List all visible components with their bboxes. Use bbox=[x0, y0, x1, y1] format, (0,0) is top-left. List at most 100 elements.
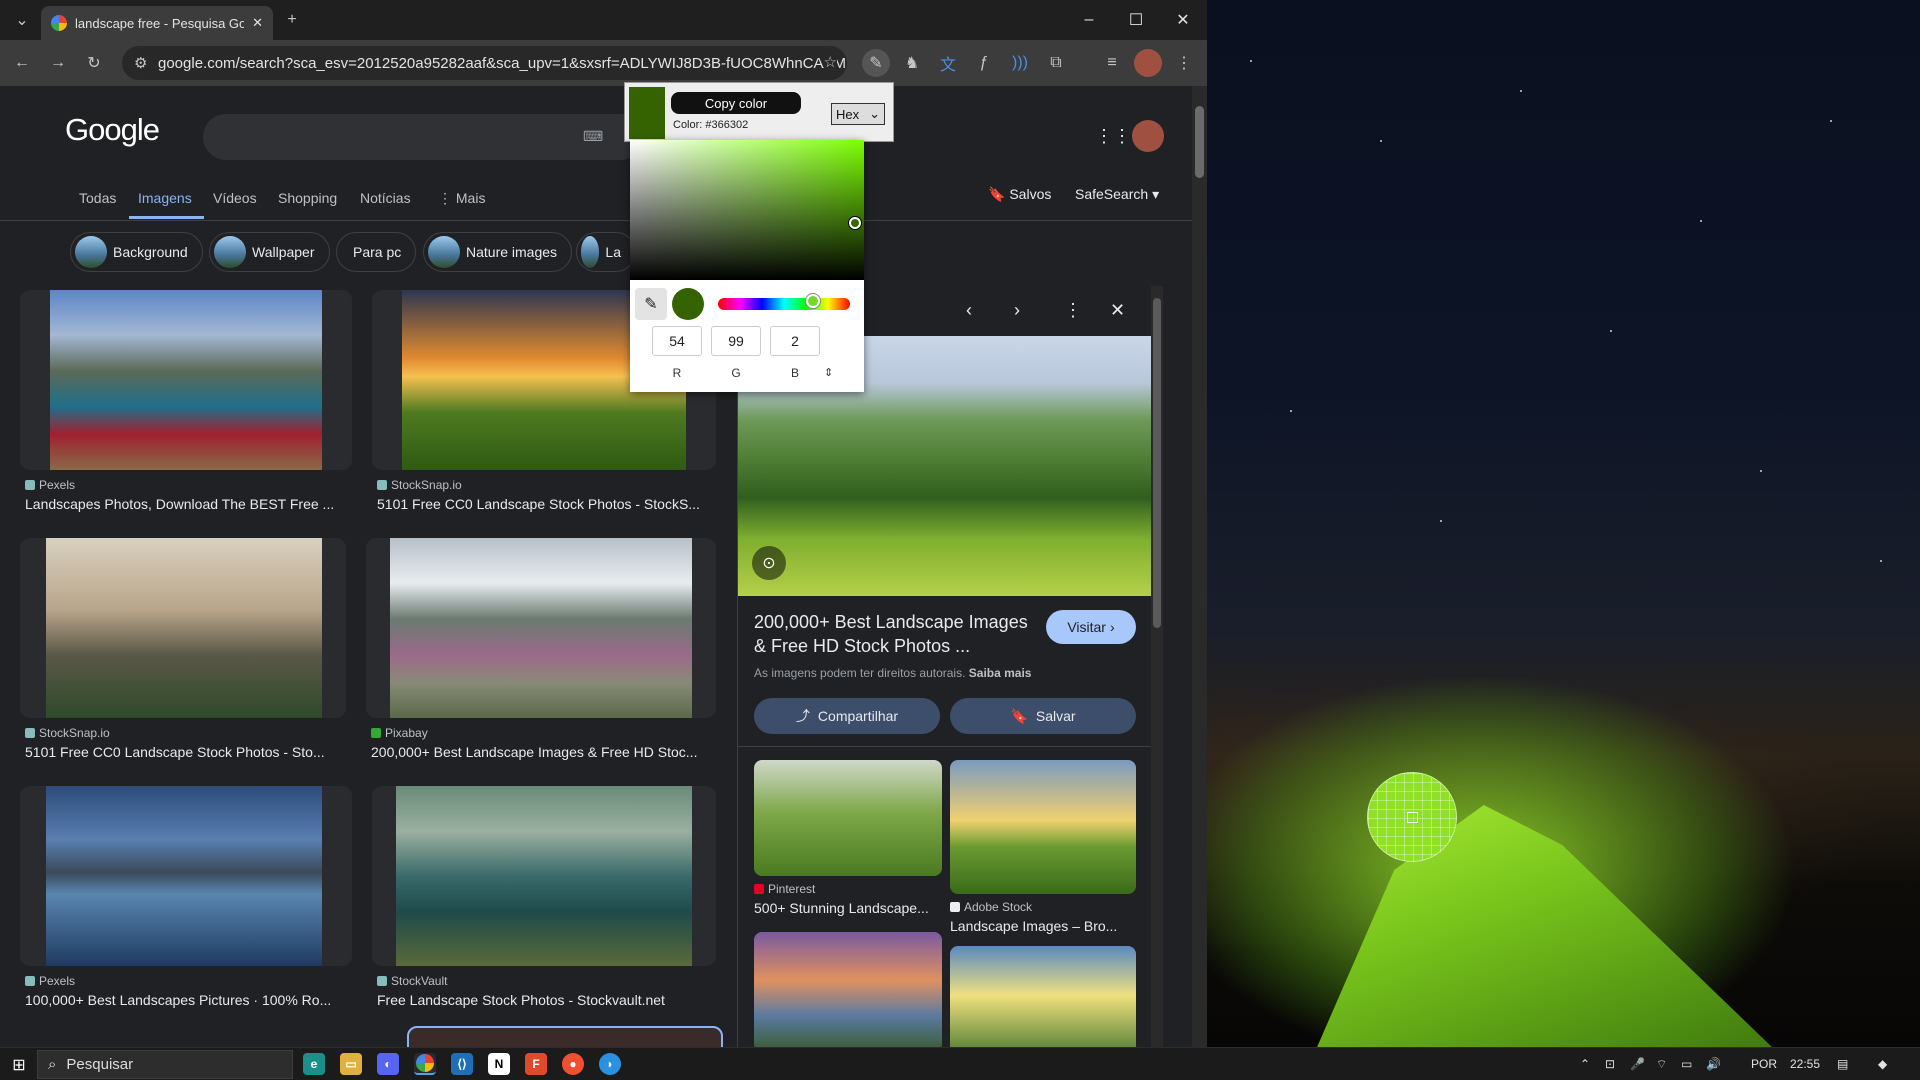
result-card[interactable] bbox=[20, 786, 352, 966]
maximize-button[interactable]: ☐ bbox=[1113, 0, 1159, 40]
account-avatar[interactable] bbox=[1132, 120, 1164, 152]
app-icon-blue[interactable]: ◗ bbox=[599, 1053, 621, 1075]
result-title[interactable]: Landscapes Photos, Download The BEST Fre… bbox=[25, 496, 355, 512]
result-card[interactable] bbox=[372, 786, 716, 966]
previous-icon[interactable]: ‹ bbox=[966, 300, 972, 321]
address-bar[interactable]: ⚙ google.com/search?sca_esv=2012520a9528… bbox=[122, 46, 847, 80]
green-input[interactable]: 99 bbox=[711, 326, 761, 356]
translate-icon[interactable]: 文 bbox=[934, 49, 962, 77]
result-thumbnail[interactable] bbox=[50, 290, 322, 470]
result-card-selected[interactable] bbox=[407, 1026, 723, 1047]
result-thumbnail[interactable] bbox=[390, 538, 692, 718]
tab-imagens[interactable]: Imagens bbox=[138, 190, 192, 206]
chrome-icon[interactable] bbox=[414, 1053, 436, 1075]
related-thumbnail[interactable] bbox=[950, 760, 1136, 894]
tray-battery-icon[interactable]: ▭ bbox=[1681, 1057, 1692, 1071]
app-icon[interactable]: ● bbox=[562, 1053, 584, 1075]
result-title[interactable]: 5101 Free CC0 Landscape Stock Photos - S… bbox=[377, 496, 712, 512]
saturation-field[interactable] bbox=[630, 140, 864, 280]
safesearch-button[interactable]: SafeSearch ▾ bbox=[1075, 186, 1159, 203]
keyboard-icon[interactable]: ⌨ bbox=[583, 128, 603, 145]
minimize-button[interactable]: – bbox=[1066, 0, 1112, 40]
result-card[interactable] bbox=[366, 538, 716, 718]
preview-title[interactable]: 200,000+ Best Landscape Images & Free HD… bbox=[754, 610, 1034, 658]
extensions-puzzle-icon[interactable]: ⧉ bbox=[1042, 49, 1070, 77]
new-tab-icon[interactable]: + bbox=[278, 6, 306, 34]
related-thumbnail[interactable] bbox=[754, 932, 942, 1047]
related-thumbnail[interactable] bbox=[950, 946, 1136, 1047]
tray-network-icon[interactable]: ⊡ bbox=[1605, 1057, 1615, 1071]
preview-scroll-thumb[interactable] bbox=[1153, 298, 1161, 628]
tray-wifi-icon[interactable]: ⌔ bbox=[1656, 1057, 1667, 1072]
media-controls-icon[interactable]: ≡ bbox=[1098, 49, 1126, 77]
browser-tab[interactable]: landscape free - Pesquisa Goog ✕ bbox=[41, 6, 273, 40]
formula-extension-icon[interactable]: ƒ bbox=[970, 49, 998, 77]
more-options-icon[interactable]: ⋮ bbox=[1064, 300, 1082, 321]
mode-toggle-icon[interactable]: ⇕ bbox=[824, 366, 833, 379]
hue-slider[interactable] bbox=[718, 298, 850, 310]
notion-icon[interactable]: N bbox=[488, 1053, 510, 1075]
blue-input[interactable]: 2 bbox=[770, 326, 820, 356]
close-preview-icon[interactable]: ✕ bbox=[1110, 300, 1125, 321]
profile-avatar[interactable] bbox=[1134, 49, 1162, 77]
result-title[interactable]: 5101 Free CC0 Landscape Stock Photos - S… bbox=[25, 744, 345, 760]
tab-shopping[interactable]: Shopping bbox=[278, 190, 337, 206]
extension-icon[interactable]: ♞ bbox=[898, 49, 926, 77]
result-thumbnail[interactable] bbox=[396, 786, 692, 966]
saturation-cursor[interactable] bbox=[849, 217, 861, 229]
share-button[interactable]: ⤴ Compartilhar bbox=[754, 698, 940, 734]
forward-icon[interactable]: → bbox=[44, 49, 72, 77]
result-card[interactable] bbox=[20, 290, 352, 470]
tray-chevron-icon[interactable]: ⌃ bbox=[1580, 1057, 1590, 1071]
chip-la[interactable]: La bbox=[576, 232, 636, 272]
edge-icon[interactable]: e bbox=[303, 1053, 325, 1075]
file-explorer-icon[interactable]: ▭ bbox=[340, 1053, 362, 1075]
vscode-icon[interactable]: ⟨⟩ bbox=[451, 1053, 473, 1075]
tray-mic-icon[interactable]: 🎤 bbox=[1630, 1057, 1645, 1071]
discord-icon[interactable]: ◐ bbox=[377, 1053, 399, 1075]
result-title[interactable]: 200,000+ Best Landscape Images & Free HD… bbox=[371, 744, 711, 760]
hue-handle[interactable] bbox=[806, 294, 820, 308]
chip-background[interactable]: Background bbox=[70, 232, 203, 272]
related-thumbnail[interactable] bbox=[754, 760, 942, 876]
saved-button[interactable]: 🔖 Salvos bbox=[988, 186, 1051, 203]
menu-kebab-icon[interactable]: ⋮ bbox=[1170, 49, 1198, 77]
copy-color-button[interactable]: Copy color bbox=[671, 92, 801, 114]
page-scrollbar[interactable] bbox=[1192, 86, 1207, 1047]
red-input[interactable]: 54 bbox=[652, 326, 702, 356]
tab-mais[interactable]: ⋮ Mais bbox=[438, 190, 485, 207]
eyedropper-icon[interactable]: ✎ bbox=[635, 288, 667, 320]
clock[interactable]: 22:55 bbox=[1790, 1057, 1820, 1071]
chip-para-pc[interactable]: Para pc bbox=[336, 232, 417, 272]
close-window-button[interactable]: ✕ bbox=[1160, 0, 1206, 40]
tab-search-icon[interactable]: ⌄ bbox=[8, 6, 36, 34]
save-button[interactable]: 🔖 Salvar bbox=[950, 698, 1136, 734]
next-icon[interactable]: › bbox=[1014, 300, 1020, 321]
google-logo[interactable]: Google bbox=[65, 112, 160, 148]
tab-noticias[interactable]: Notícias bbox=[360, 190, 411, 206]
reload-icon[interactable]: ↻ bbox=[80, 49, 108, 77]
audio-extension-icon[interactable]: ))) bbox=[1006, 49, 1034, 77]
tray-volume-icon[interactable]: 🔊 bbox=[1706, 1057, 1721, 1071]
learn-more-link[interactable]: Saiba mais bbox=[969, 666, 1032, 680]
related-title[interactable]: Landscape Images – Bro... bbox=[950, 918, 1140, 934]
result-thumbnail[interactable] bbox=[46, 538, 322, 718]
search-input[interactable]: ⌨ bbox=[203, 114, 643, 160]
result-thumbnail[interactable] bbox=[46, 786, 322, 966]
format-select[interactable]: Hex ⌄ bbox=[831, 103, 885, 125]
copilot-icon[interactable]: ◆ bbox=[1878, 1057, 1887, 1071]
back-icon[interactable]: ← bbox=[8, 49, 36, 77]
result-title[interactable]: Free Landscape Stock Photos - Stockvault… bbox=[377, 992, 712, 1008]
chip-wallpaper[interactable]: Wallpaper bbox=[209, 232, 330, 272]
keyboard-language[interactable]: POR bbox=[1751, 1057, 1777, 1071]
notifications-icon[interactable]: ▤ bbox=[1837, 1057, 1848, 1071]
result-card[interactable] bbox=[20, 538, 346, 718]
windows-start-icon[interactable]: ⊞ bbox=[8, 1054, 30, 1076]
site-info-icon[interactable]: ⚙ bbox=[134, 54, 147, 72]
page-scroll-thumb[interactable] bbox=[1195, 106, 1204, 178]
color-picker-extension-icon[interactable]: ✎ bbox=[862, 49, 890, 77]
related-title[interactable]: 500+ Stunning Landscape... bbox=[754, 900, 944, 916]
lens-icon[interactable]: ⊙ bbox=[752, 546, 786, 580]
taskbar-search[interactable]: ⌕ Pesquisar bbox=[37, 1050, 293, 1079]
preview-scrollbar[interactable] bbox=[1151, 286, 1163, 1047]
